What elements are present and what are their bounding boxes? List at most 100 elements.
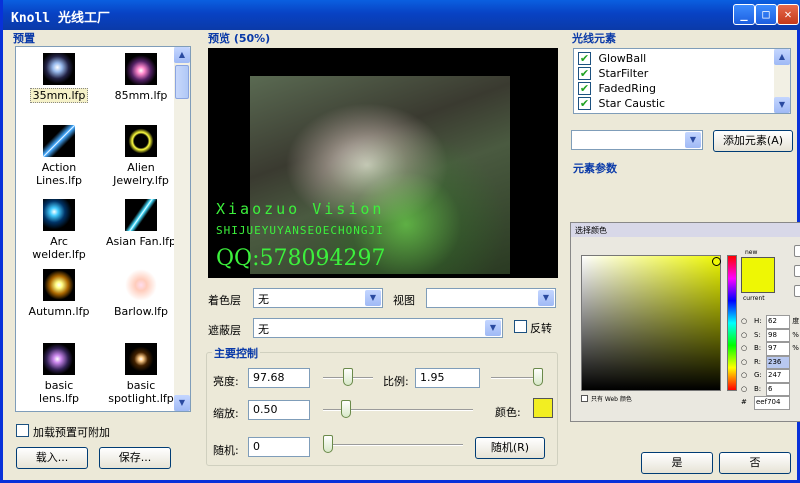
- color-label: 颜色:: [495, 406, 521, 419]
- watermark-line-1: Xiaozuo Vision: [216, 200, 385, 218]
- scale-label: 比例:: [383, 375, 409, 388]
- preset-basic-lens[interactable]: basic lens.lfp: [24, 343, 94, 405]
- view-dropdown[interactable]: ▼: [426, 288, 556, 308]
- preset-alien-jewelry[interactable]: Alien Jewelry.lfp: [106, 125, 176, 187]
- red-input[interactable]: 236: [766, 355, 790, 369]
- append-preset-checkbox[interactable]: [16, 424, 29, 437]
- preset-thumbnail: [43, 199, 75, 231]
- preset-thumbnail: [43, 269, 75, 301]
- element-checkbox[interactable]: ✔: [578, 82, 591, 95]
- element-checkbox[interactable]: ✔: [578, 97, 591, 110]
- view-label: 视图: [393, 294, 415, 307]
- brightness-input[interactable]: 97.68: [248, 368, 310, 388]
- cancel-button[interactable]: 否: [719, 452, 791, 474]
- element-type-dropdown[interactable]: ▼: [571, 130, 703, 150]
- color-picker-title: 选择颜色: [571, 223, 800, 237]
- random-slider-track[interactable]: [323, 444, 463, 446]
- save-preset-button[interactable]: 保存...: [99, 447, 171, 469]
- preset-basic-spotlight[interactable]: basic spotlight.lfp: [106, 343, 176, 405]
- load-preset-button[interactable]: 载入...: [16, 447, 88, 469]
- color-swatch[interactable]: [533, 398, 553, 418]
- preview-header: 预览 (50%): [208, 32, 271, 45]
- close-button[interactable]: ✕: [777, 4, 799, 25]
- new-color-swatch: [741, 257, 775, 293]
- preset-thumbnail: [125, 199, 157, 231]
- main-window: Knoll 光线工厂 _ □ ✕ 预置 35mm.lfp 85mm.lfp Ac…: [0, 0, 800, 483]
- blue-row: ○ B: 6: [741, 382, 799, 396]
- preset-asian-fan[interactable]: Asian Fan.lfp: [106, 199, 176, 248]
- hex-row: # eef704: [741, 396, 799, 410]
- add-element-button[interactable]: 添加元素(A): [713, 130, 793, 152]
- elements-scrollbar[interactable]: ▲ ▼: [774, 49, 790, 113]
- saturation-brightness-field[interactable]: [581, 255, 721, 391]
- random-label: 随机:: [213, 444, 239, 457]
- element-item-star-caustic[interactable]: ✔ Star Caustic: [578, 97, 665, 110]
- element-item-fadedring[interactable]: ✔ FadedRing: [578, 82, 656, 95]
- scroll-up-icon[interactable]: ▲: [774, 49, 790, 65]
- new-color-label: new: [745, 249, 758, 256]
- preview-photo: [250, 76, 510, 274]
- preset-thumbnail: [125, 125, 157, 157]
- scale-slider-thumb[interactable]: [533, 368, 543, 386]
- brightness-row: ○ B: 97 %: [741, 342, 799, 356]
- color-picker-cursor[interactable]: [712, 257, 721, 266]
- chevron-down-icon: ▼: [485, 320, 501, 336]
- element-checkbox[interactable]: ✔: [578, 67, 591, 80]
- hue-row: ○ H: 62 度: [741, 315, 799, 329]
- preset-35mm[interactable]: 35mm.lfp: [24, 53, 94, 103]
- random-button[interactable]: 随机(R): [475, 437, 545, 459]
- zoom-slider-thumb[interactable]: [341, 400, 351, 418]
- preset-autumn[interactable]: Autumn.lfp: [24, 269, 94, 318]
- color-picker-ok-button[interactable]: [794, 245, 800, 257]
- current-color-label: current: [743, 295, 765, 302]
- element-item-glowball[interactable]: ✔ GlowBall: [578, 52, 646, 65]
- scroll-thumb[interactable]: [175, 65, 189, 99]
- color-picker-cancel-button[interactable]: [794, 265, 800, 277]
- window-title: Knoll 光线工厂: [11, 11, 110, 26]
- scroll-up-icon[interactable]: ▲: [174, 47, 190, 63]
- green-row: ○ G: 247: [741, 369, 799, 383]
- title-bar: Knoll 光线工厂 _ □ ✕: [3, 0, 800, 30]
- minimize-button[interactable]: _: [733, 4, 755, 25]
- zoom-label: 缩放:: [213, 407, 239, 420]
- brightness-hsb-input[interactable]: 97: [766, 342, 790, 356]
- hue-input[interactable]: 62: [766, 315, 790, 329]
- preset-thumbnail: [125, 269, 157, 301]
- blue-input[interactable]: 6: [766, 382, 790, 396]
- ok-button[interactable]: 是: [641, 452, 713, 474]
- preset-list[interactable]: 35mm.lfp 85mm.lfp Action Lines.lfp Alien…: [15, 46, 191, 412]
- web-only-checkbox[interactable]: [581, 395, 588, 402]
- preset-barlow[interactable]: Barlow.lfp: [106, 269, 176, 318]
- preset-action-lines[interactable]: Action Lines.lfp: [24, 125, 94, 187]
- scroll-down-icon[interactable]: ▼: [774, 97, 790, 113]
- scale-input[interactable]: 1.95: [415, 368, 480, 388]
- element-checkbox[interactable]: ✔: [578, 52, 591, 65]
- element-item-starfilter[interactable]: ✔ StarFilter: [578, 67, 648, 80]
- zoom-input[interactable]: 0.50: [248, 400, 310, 420]
- preset-arc-welder[interactable]: Arc welder.lfp: [24, 199, 94, 261]
- random-slider-thumb[interactable]: [323, 435, 333, 453]
- mask-layer-dropdown[interactable]: 无 ▼: [253, 318, 503, 338]
- brightness-label: 亮度:: [213, 375, 239, 388]
- preview-canvas[interactable]: Xiaozuo Vision SHIJUEYUYANSEOECHONGJI QQ…: [208, 48, 558, 278]
- hue-slider[interactable]: [727, 255, 737, 391]
- invert-label: 反转: [530, 322, 552, 335]
- chevron-down-icon: ▼: [685, 132, 701, 148]
- preset-85mm[interactable]: 85mm.lfp: [106, 53, 176, 102]
- preset-thumbnail: [43, 53, 75, 85]
- elements-list[interactable]: ✔ GlowBall ✔ StarFilter ✔ FadedRing ✔ St…: [573, 48, 791, 114]
- hsb-rgb-fields: ○ H: 62 度 ○ S: 98 % ○ B: 97 % ○ R: 236 ○ G: 247 ○ B…: [741, 315, 799, 410]
- web-only-label: 只有 Web 颜色: [591, 396, 632, 403]
- random-input[interactable]: 0: [248, 437, 310, 457]
- saturation-input[interactable]: 98: [766, 328, 790, 342]
- invert-checkbox[interactable]: [514, 320, 527, 333]
- brightness-slider-thumb[interactable]: [343, 368, 353, 386]
- green-input[interactable]: 247: [766, 369, 790, 383]
- color-layer-dropdown[interactable]: 无 ▼: [253, 288, 383, 308]
- preset-thumbnail: [125, 53, 157, 85]
- maximize-button[interactable]: □: [755, 4, 777, 25]
- scroll-down-icon[interactable]: ▼: [174, 395, 190, 411]
- hex-input[interactable]: eef704: [754, 396, 790, 410]
- color-picker-library-button[interactable]: [794, 285, 800, 297]
- preset-scrollbar[interactable]: ▲ ▼: [174, 47, 190, 411]
